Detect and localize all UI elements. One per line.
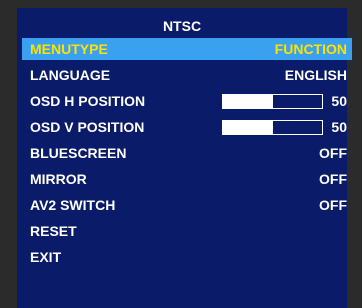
menu-item-label: EXIT [30,249,62,265]
menu-title: NTSC [162,18,202,34]
menu-item-label: MIRROR [30,171,87,187]
menu-item-label: OSD V POSITION [30,119,145,135]
menu-item-osd-v-position[interactable]: OSD V POSITION 50 [22,116,352,138]
menu-item-av2-switch[interactable]: AV2 SWITCH OFF [22,194,352,216]
menu-item-value: 50 [331,119,347,135]
menu-item-value: OFF [319,197,347,213]
menu-item-label: OSD H POSITION [30,93,146,109]
menu-item-osd-h-position[interactable]: OSD H POSITION 50 [22,90,352,112]
menu-item-language[interactable]: LANGUAGE ENGLISH [22,64,352,86]
menu-item-value: OFF [319,145,347,161]
menu-item-exit[interactable]: EXIT [22,246,352,268]
osd-v-position-slider[interactable] [222,120,323,135]
menu-item-label: AV2 SWITCH [30,197,116,213]
slider-fill [223,95,273,108]
osd-h-position-slider[interactable] [222,94,323,109]
menu-item-menutype[interactable]: MENUTYPE FUNCTION [22,38,352,60]
menu-item-label: MENUTYPE [30,41,108,57]
osd-menu-panel: NTSC MENUTYPE FUNCTION LANGUAGE ENGLISH … [17,8,352,308]
slider-fill [223,121,273,134]
menu-item-label: RESET [30,223,77,239]
menu-item-reset[interactable]: RESET [22,220,352,242]
menu-item-value: OFF [319,171,347,187]
menu-item-bluescreen[interactable]: BLUESCREEN OFF [22,142,352,164]
menu-item-value: 50 [331,93,347,109]
menu-item-value: FUNCTION [274,41,347,57]
menu-item-value: ENGLISH [284,67,347,83]
menu-item-label: BLUESCREEN [30,145,127,161]
menu-item-mirror[interactable]: MIRROR OFF [22,168,352,190]
menu-item-label: LANGUAGE [30,67,111,83]
